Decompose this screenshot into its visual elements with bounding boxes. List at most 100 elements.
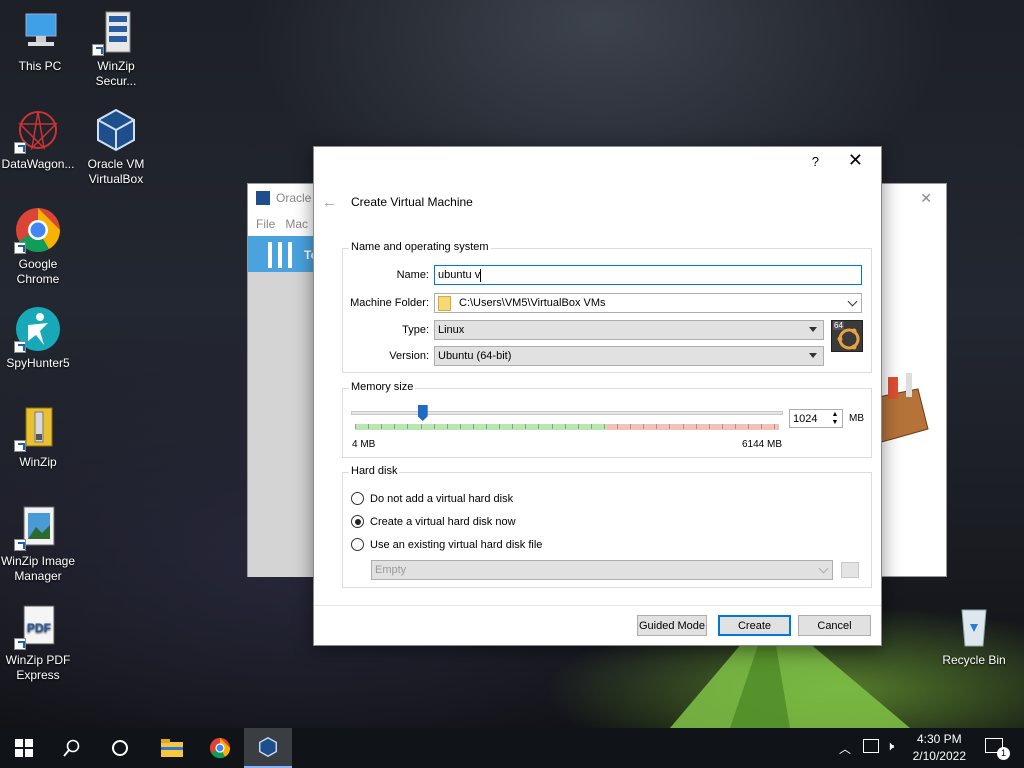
slider-tick	[564, 424, 566, 429]
menu-file[interactable]: File	[256, 217, 275, 231]
start-button[interactable]	[0, 728, 48, 768]
shortcut-arrow-icon	[14, 440, 26, 452]
version-label: Version:	[389, 350, 429, 362]
notification-count-badge: 1	[997, 747, 1010, 760]
radio-no-disk-label: Do not add a virtual hard disk	[370, 492, 514, 505]
shortcut-arrow-icon	[14, 539, 26, 551]
desktop-icon-winzip[interactable]: WinZip	[0, 404, 76, 470]
desktop-icon-winzip-pdf-express[interactable]: PDF WinZip PDF Express	[0, 602, 76, 683]
radio-create-disk[interactable]: Create a virtual hard disk now	[351, 515, 516, 528]
menu-machine[interactable]: Mac	[285, 217, 308, 231]
spin-down-icon[interactable]: ▼	[829, 419, 841, 426]
slider-tick	[486, 424, 487, 429]
name-row: Name: ubuntu v	[343, 265, 862, 285]
slider-thumb[interactable]	[417, 405, 428, 421]
machine-folder-combo[interactable]: C:\Users\VM5\VirtualBox VMs	[434, 293, 862, 313]
notification-center-icon[interactable]: 1	[985, 738, 1010, 760]
task-view-button[interactable]	[96, 728, 144, 768]
slider-tick	[761, 424, 763, 429]
cancel-button[interactable]: Cancel	[798, 615, 871, 636]
bg-window-close-icon[interactable]: ✕	[920, 190, 932, 207]
type-label: Type:	[402, 324, 429, 336]
desktop-icon-recycle-bin[interactable]: Recycle Bin	[936, 602, 1012, 668]
type-select[interactable]: Linux	[434, 320, 824, 340]
desktop-icon-chrome[interactable]: Google Chrome	[0, 206, 76, 287]
desktop-icon-label: DataWagon...	[1, 157, 75, 171]
clock-time: 4:30 PM	[916, 732, 962, 746]
slider-tick	[368, 424, 370, 429]
desktop-icon-label: Recycle Bin	[942, 653, 1006, 667]
memory-value: 1024	[793, 412, 818, 425]
radio-existing-disk[interactable]: Use an existing virtual hard disk file	[351, 538, 542, 551]
desktop-icon-label: WinZip	[19, 455, 57, 469]
clock-date: 2/10/2022	[912, 749, 966, 763]
slider-tick	[538, 424, 540, 429]
slider-tick	[643, 424, 645, 429]
type-value: Linux	[438, 324, 465, 336]
computer-icon	[16, 8, 64, 56]
help-button[interactable]: ?	[812, 154, 819, 169]
cortana-circle-icon	[112, 740, 128, 756]
search-button[interactable]	[48, 728, 96, 768]
virtualbox-small-icon	[256, 191, 270, 205]
memory-min-label: 4 MB	[352, 439, 376, 450]
slider-danger-zone	[607, 424, 779, 430]
radio-button-selected[interactable]	[351, 515, 364, 528]
desktop-icon-spyhunter[interactable]: SpyHunter5	[0, 305, 76, 371]
taskbar-clock[interactable]: 4:30 PM 2/10/2022	[913, 731, 966, 765]
desktop-icon-label: WinZip PDF Express	[5, 653, 71, 682]
radio-no-disk[interactable]: Do not add a virtual hard disk	[351, 492, 513, 505]
slider-tick	[708, 424, 710, 429]
close-button[interactable]: ✕	[848, 151, 863, 169]
slider-tick	[695, 424, 697, 429]
winzip-icon	[14, 404, 62, 452]
name-input[interactable]: ubuntu v	[434, 265, 862, 285]
guided-mode-button[interactable]: Guided Mode	[637, 615, 707, 636]
taskbar-chrome[interactable]	[196, 728, 244, 768]
shortcut-arrow-icon	[14, 341, 26, 353]
show-hidden-icons-chevron-icon[interactable]: ︿	[839, 740, 851, 757]
chrome-icon	[209, 737, 231, 759]
taskbar-virtualbox[interactable]	[244, 728, 292, 768]
radio-button[interactable]	[351, 538, 364, 551]
dialog-footer-divider	[314, 605, 881, 606]
memory-spinbox[interactable]: 1024 ▲ ▼	[789, 409, 843, 428]
desktop-icon-this-pc[interactable]: This PC	[2, 8, 78, 74]
bg-tools-panel[interactable]: To	[248, 236, 318, 272]
back-arrow-icon[interactable]: ←	[322, 194, 344, 211]
version-value: Ubuntu (64-bit)	[438, 350, 512, 362]
dropdown-arrow-icon	[809, 353, 817, 358]
slider-tick	[355, 424, 356, 429]
network-icon[interactable]	[863, 739, 879, 753]
chevron-down-icon	[818, 563, 829, 574]
hard-disk-group: Hard disk Do not add a virtual hard disk…	[342, 465, 872, 588]
slider-tick	[407, 424, 409, 429]
virtualbox-icon	[259, 737, 277, 757]
taskbar-file-explorer[interactable]	[148, 728, 196, 768]
bg-vm-list	[248, 272, 316, 577]
svg-text:PDF: PDF	[27, 621, 51, 635]
datawagon-icon	[14, 106, 62, 154]
desktop-icon-virtualbox[interactable]: Oracle VM VirtualBox	[78, 106, 154, 187]
memory-size-group: Memory size 4 MB 6144 MB 1024 ▲ ▼ MB	[342, 381, 872, 458]
slider-tick	[734, 424, 736, 429]
memory-unit: MB	[849, 413, 864, 424]
desktop-icon-winzip-secure[interactable]: WinZip Secur...	[78, 8, 154, 89]
spin-up-icon[interactable]: ▲	[829, 411, 841, 418]
desktop-icon-winzip-image-manager[interactable]: WinZip Image Manager	[0, 503, 76, 584]
slider-tick	[551, 424, 553, 429]
machine-folder-label: Machine Folder:	[350, 297, 429, 309]
chevron-down-icon[interactable]	[847, 296, 858, 307]
name-os-group: Name and operating system Name: ubuntu v…	[342, 241, 872, 373]
windows-logo-icon	[15, 739, 33, 757]
radio-button[interactable]	[351, 492, 364, 505]
volume-muted-icon[interactable]: 🕨	[886, 738, 894, 754]
version-select[interactable]: Ubuntu (64-bit)	[434, 346, 824, 366]
create-button[interactable]: Create	[718, 615, 791, 636]
type-row: Type: Linux	[343, 320, 824, 340]
slider-tick	[682, 424, 684, 429]
memory-slider[interactable]	[351, 403, 783, 433]
desktop-icon-datawagon[interactable]: DataWagon...	[0, 106, 76, 172]
slider-tick	[525, 424, 527, 429]
pdf-icon: PDF	[14, 602, 62, 650]
